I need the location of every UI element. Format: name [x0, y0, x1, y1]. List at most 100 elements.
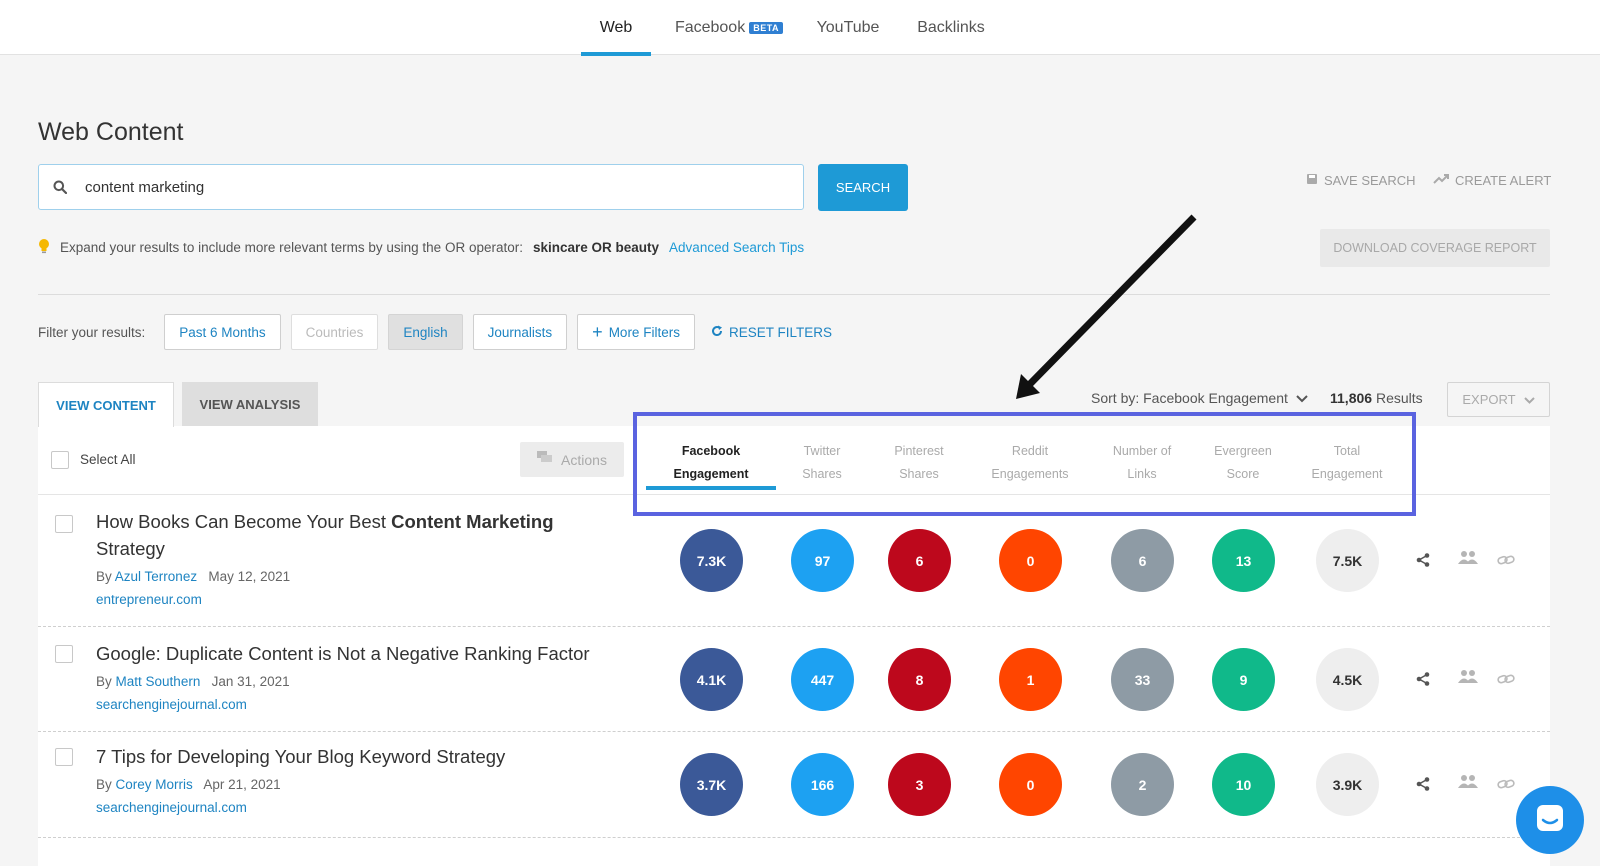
column-evergreen-score[interactable]: Evergreen Score — [1183, 440, 1303, 486]
domain-link[interactable]: entrepreneur.com — [96, 592, 202, 607]
tab-web-label: Web — [599, 18, 633, 36]
column-label: Evergreen — [1214, 444, 1272, 458]
domain-link[interactable]: searchenginejournal.com — [96, 800, 247, 815]
save-search-link[interactable]: SAVE SEARCH — [1306, 173, 1416, 188]
table-row: Google: Duplicate Content is Not a Negat… — [38, 627, 1550, 732]
pinterest-shares-value: 8 — [888, 648, 951, 711]
filter-date-button[interactable]: Past 6 Months — [164, 314, 281, 350]
search-icon — [39, 180, 81, 194]
results-count: 11,806 Results — [1330, 390, 1423, 406]
by-label: By — [96, 777, 112, 792]
create-alert-label: CREATE ALERT — [1455, 173, 1552, 188]
tab-view-content[interactable]: VIEW CONTENT — [38, 382, 174, 427]
search-input[interactable] — [81, 178, 781, 196]
title-text: Google: Duplicate Content is Not a Negat… — [96, 643, 590, 664]
article-date: Jan 31, 2021 — [211, 674, 290, 689]
filter-label: Filter your results: — [38, 324, 146, 340]
share-icon[interactable] — [1412, 553, 1434, 567]
sort-dropdown[interactable]: Sort by: Facebook Engagement — [1091, 390, 1308, 406]
trend-up-icon — [1433, 173, 1449, 188]
chat-icon — [1535, 803, 1565, 838]
tab-backlinks-label: Backlinks — [917, 18, 985, 36]
title-text: 7 Tips for Developing Your Blog Keyword … — [96, 746, 506, 767]
chevron-down-icon — [1296, 390, 1308, 406]
author-link[interactable]: Corey Morris — [116, 777, 193, 792]
link-icon[interactable] — [1495, 778, 1517, 790]
tab-web[interactable]: Web — [581, 0, 651, 56]
influencers-icon[interactable] — [1457, 550, 1479, 564]
export-label: EXPORT — [1462, 392, 1516, 407]
row-checkbox[interactable] — [55, 748, 73, 766]
sort-label: Sort by: Facebook Engagement — [1091, 390, 1288, 406]
article-date: Apr 21, 2021 — [203, 777, 281, 792]
pinterest-shares-value: 6 — [888, 529, 951, 592]
column-reddit-engagements[interactable]: Reddit Engagements — [970, 440, 1090, 486]
more-filters-label: More Filters — [608, 324, 680, 340]
article-title[interactable]: Google: Duplicate Content is Not a Negat… — [96, 640, 606, 667]
author-link[interactable]: Azul Terronez — [115, 569, 197, 584]
facebook-engagement-value: 7.3K — [680, 529, 743, 592]
column-facebook-engagement[interactable]: Facebook Engagement — [646, 440, 776, 490]
select-all-checkbox[interactable] — [51, 451, 69, 469]
table-row: 7 Tips for Developing Your Blog Keyword … — [38, 732, 1550, 838]
actions-label: Actions — [561, 451, 607, 468]
table-header: Select All Actions Facebook Engagement Tw… — [38, 426, 1550, 495]
column-total-engagement[interactable]: Total Engagement — [1287, 440, 1407, 486]
article-meta: By Corey Morris Apr 21, 2021 — [96, 777, 281, 792]
domain-link[interactable]: searchenginejournal.com — [96, 697, 247, 712]
link-icon[interactable] — [1495, 673, 1517, 685]
filter-language-button[interactable]: English — [388, 314, 463, 350]
link-icon[interactable] — [1495, 554, 1517, 566]
advanced-search-tips-link[interactable]: Advanced Search Tips — [669, 240, 804, 255]
plus-icon: + — [592, 322, 603, 342]
influencers-icon[interactable] — [1457, 669, 1479, 683]
download-coverage-report-button[interactable]: DOWNLOAD COVERAGE REPORT — [1320, 229, 1550, 267]
column-pinterest-shares[interactable]: Pinterest Shares — [859, 440, 979, 486]
chat-bubbles-icon — [537, 451, 553, 468]
reddit-engagements-value: 0 — [999, 529, 1062, 592]
number-of-links-value: 6 — [1111, 529, 1174, 592]
chat-launcher-button[interactable] — [1516, 786, 1584, 854]
article-title[interactable]: 7 Tips for Developing Your Blog Keyword … — [96, 743, 606, 770]
column-label: Engagement — [673, 467, 749, 481]
article-meta: By Azul Terronez May 12, 2021 — [96, 569, 290, 584]
tab-facebook[interactable]: Facebook BETA — [664, 0, 794, 55]
tip-example: skincare OR beauty — [532, 240, 660, 255]
filter-journalists-button[interactable]: Journalists — [472, 314, 568, 350]
column-label: Shares — [899, 467, 939, 481]
top-nav: Web Facebook BETA YouTube Backlinks — [0, 0, 1600, 56]
column-label: Total — [1333, 444, 1361, 458]
total-engagement-value: 4.5K — [1316, 648, 1379, 711]
search-box — [38, 164, 804, 210]
results-number: 11,806 — [1330, 390, 1373, 406]
create-alert-link[interactable]: CREATE ALERT — [1433, 173, 1551, 188]
chevron-down-icon — [1523, 392, 1535, 407]
evergreen-score-value: 9 — [1212, 648, 1275, 711]
author-link[interactable]: Matt Southern — [116, 674, 201, 689]
twitter-shares-value: 97 — [791, 529, 854, 592]
row-checkbox[interactable] — [55, 645, 73, 663]
more-filters-button[interactable]: + More Filters — [577, 314, 695, 350]
tip-text: Expand your results to include more rele… — [60, 240, 523, 255]
reset-filters-button[interactable]: RESET FILTERS — [711, 325, 832, 340]
by-label: By — [96, 569, 112, 584]
actions-button[interactable]: Actions — [520, 442, 624, 477]
search-button[interactable]: SEARCH — [818, 164, 908, 211]
share-icon[interactable] — [1412, 777, 1434, 791]
tab-facebook-label: Facebook — [674, 18, 746, 36]
tab-youtube[interactable]: YouTube — [810, 0, 886, 55]
column-label: Score — [1226, 467, 1260, 481]
article-date: May 12, 2021 — [208, 569, 291, 584]
article-title[interactable]: How Books Can Become Your Best Content M… — [96, 508, 606, 562]
column-label: Facebook — [681, 444, 741, 458]
influencers-icon[interactable] — [1457, 774, 1479, 788]
filter-countries-button[interactable]: Countries — [290, 314, 379, 350]
tab-view-analysis[interactable]: VIEW ANALYSIS — [182, 382, 318, 427]
column-label: Reddit — [1011, 444, 1049, 458]
export-button[interactable]: EXPORT — [1447, 382, 1550, 417]
share-icon[interactable] — [1412, 672, 1434, 686]
tab-backlinks[interactable]: Backlinks — [906, 0, 996, 55]
column-label: Pinterest — [894, 444, 944, 458]
results-label: Results — [1375, 390, 1423, 406]
row-checkbox[interactable] — [55, 515, 73, 533]
